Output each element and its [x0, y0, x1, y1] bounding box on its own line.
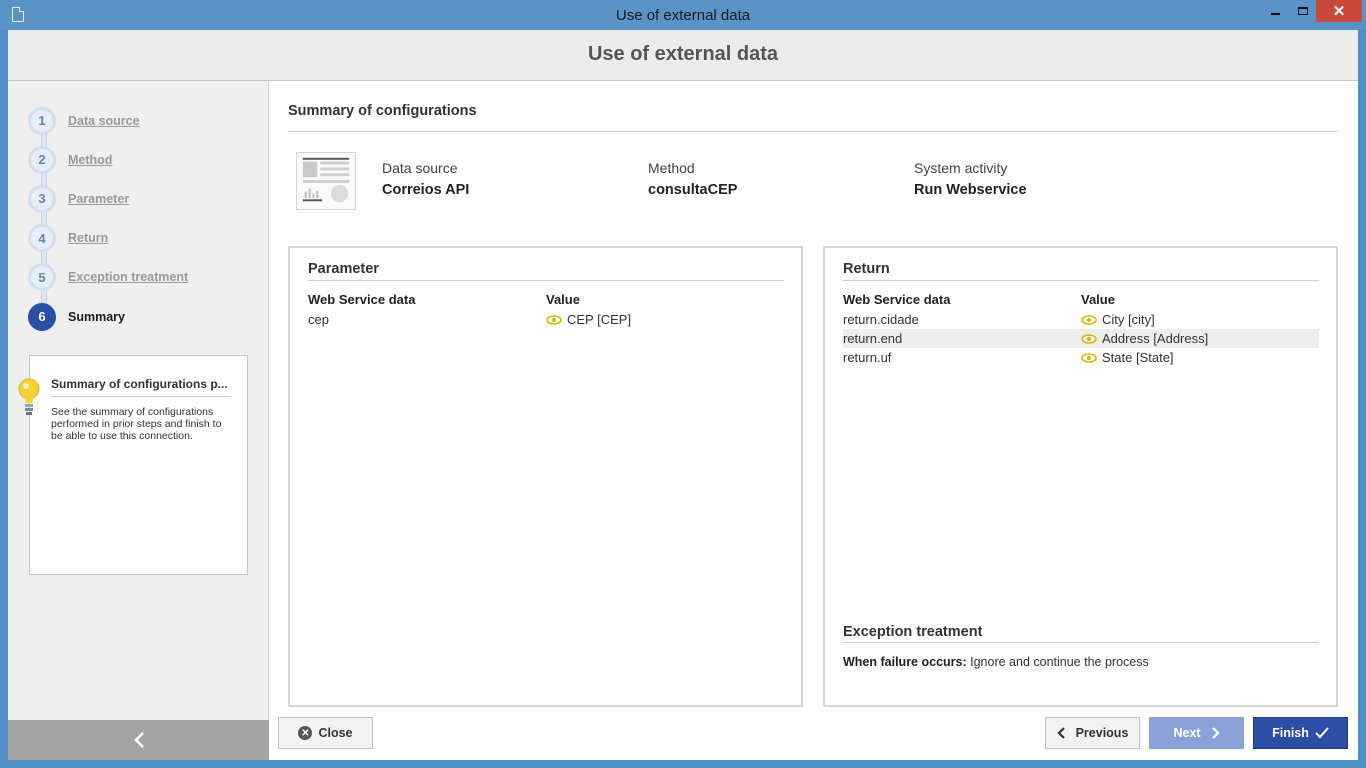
maximize-icon [1298, 7, 1308, 15]
step-number: 1 [28, 106, 56, 135]
panel-divider [308, 280, 784, 281]
dialog-client: Use of external data 1 Data source 2 Met… [8, 30, 1358, 760]
table-row[interactable]: return.cidade City [city] [843, 310, 1319, 329]
row-key: cep [308, 312, 329, 327]
column-header-ws-data: Web Service data [843, 292, 951, 307]
eye-icon [1081, 314, 1097, 325]
previous-button-label: Previous [1075, 726, 1129, 740]
step-label[interactable]: Data source [68, 114, 140, 128]
close-button-label: Close [318, 726, 353, 740]
column-header-value: Value [1081, 292, 1115, 307]
return-panel: Return Web Service data Value return.cid… [823, 246, 1338, 707]
table-row[interactable]: return.uf State [State] [843, 348, 1319, 367]
step-label[interactable]: Return [68, 231, 108, 245]
lightbulb-icon [18, 378, 40, 415]
info-value: Correios API [382, 182, 470, 198]
close-circle-icon: ✕ [298, 726, 313, 740]
row-value: CEP [CEP] [546, 312, 631, 327]
step-number: 3 [28, 184, 56, 213]
info-value: Run Webservice [914, 182, 1027, 198]
row-value: City [city] [1081, 312, 1155, 327]
step-number: 6 [28, 302, 56, 331]
panel-title: Return [843, 261, 890, 277]
dialog-header: Use of external data [8, 30, 1358, 81]
next-button[interactable]: Next [1149, 717, 1244, 749]
step-label: Summary [68, 309, 125, 324]
info-label: Data source [382, 160, 458, 176]
step-label[interactable]: Parameter [68, 192, 129, 206]
step-method[interactable]: 2 Method [28, 140, 263, 179]
minimize-button[interactable] [1262, 0, 1288, 22]
parameter-panel: Parameter Web Service data Value cep CEP… [288, 246, 803, 707]
tip-text: See the summary of configurations perfor… [51, 406, 222, 442]
chevron-left-icon [1057, 727, 1065, 739]
info-label: System activity [914, 160, 1008, 176]
row-value: Address [Address] [1081, 331, 1208, 346]
section-divider [288, 131, 1338, 132]
row-key: return.cidade [843, 312, 919, 327]
exception-value: Ignore and continue the process [970, 655, 1149, 669]
window-titlebar: Use of external data ✕ [0, 0, 1366, 30]
collapse-sidebar-button[interactable] [8, 720, 269, 760]
row-value-text: City [city] [1102, 312, 1155, 327]
finish-button-label: Finish [1272, 726, 1309, 740]
panel-divider [843, 280, 1319, 281]
main-content: Summary of configurations Data source Co… [270, 81, 1358, 760]
close-icon: ✕ [1332, 3, 1346, 20]
exception-label: When failure occurs: [843, 655, 967, 669]
chevron-right-icon [1211, 727, 1220, 739]
window-title: Use of external data [615, 7, 751, 24]
info-method: Method consultaCEP [648, 160, 737, 198]
step-number: 4 [28, 224, 56, 253]
step-number: 2 [28, 145, 56, 174]
chevron-left-icon [133, 732, 144, 748]
info-label: Method [648, 160, 695, 176]
column-header-value: Value [546, 292, 580, 307]
maximize-button[interactable] [1290, 0, 1316, 22]
wizard-sidebar: 1 Data source 2 Method 3 Parameter 4 Ret… [8, 81, 269, 760]
checkmark-icon [1315, 727, 1329, 739]
exception-divider [843, 642, 1319, 643]
table-row[interactable]: cep CEP [CEP] [308, 310, 784, 329]
previous-button[interactable]: Previous [1045, 717, 1140, 749]
page-title: Use of external data [587, 43, 779, 65]
step-number: 5 [28, 263, 56, 292]
section-title: Summary of configurations [288, 103, 477, 119]
finish-button[interactable]: Finish [1253, 717, 1348, 749]
exception-treatment-title: Exception treatment [843, 624, 983, 640]
step-data-source[interactable]: 1 Data source [28, 101, 263, 140]
eye-icon [1081, 352, 1097, 363]
eye-icon [1081, 333, 1097, 344]
info-system-activity: System activity Run Webservice [914, 160, 1027, 198]
tip-title: Summary of configurations p... [51, 377, 231, 397]
exception-text: When failure occurs: Ignore and continue… [843, 655, 1149, 669]
row-value-text: Address [Address] [1102, 331, 1209, 346]
step-exception-treatment[interactable]: 5 Exception treatment [28, 258, 263, 297]
step-return[interactable]: 4 Return [28, 219, 263, 258]
row-key: return.end [843, 331, 903, 346]
info-value: consultaCEP [648, 182, 738, 198]
step-label[interactable]: Exception treatment [68, 270, 188, 284]
summary-document-icon [296, 152, 356, 210]
minimize-icon [1270, 13, 1280, 15]
row-key: return.uf [843, 350, 892, 365]
table-row[interactable]: return.end Address [Address] [843, 329, 1319, 348]
eye-icon [546, 314, 562, 325]
help-tip-box: Summary of configurations p... See the s… [29, 355, 248, 575]
row-value-text: CEP [CEP] [567, 312, 632, 327]
step-summary[interactable]: 6 Summary [28, 297, 263, 336]
step-parameter[interactable]: 3 Parameter [28, 179, 263, 218]
next-button-label: Next [1173, 726, 1201, 740]
row-value-text: State [State] [1102, 350, 1174, 365]
wizard-steps: 1 Data source 2 Method 3 Parameter 4 Ret… [28, 101, 263, 336]
window-close-button[interactable]: ✕ [1316, 0, 1362, 22]
step-label[interactable]: Method [68, 153, 112, 167]
row-value: State [State] [1081, 350, 1174, 365]
close-button[interactable]: ✕ Close [278, 717, 373, 749]
panel-title: Parameter [308, 261, 379, 277]
column-header-ws-data: Web Service data [308, 292, 416, 307]
info-data-source: Data source Correios API [382, 160, 469, 198]
